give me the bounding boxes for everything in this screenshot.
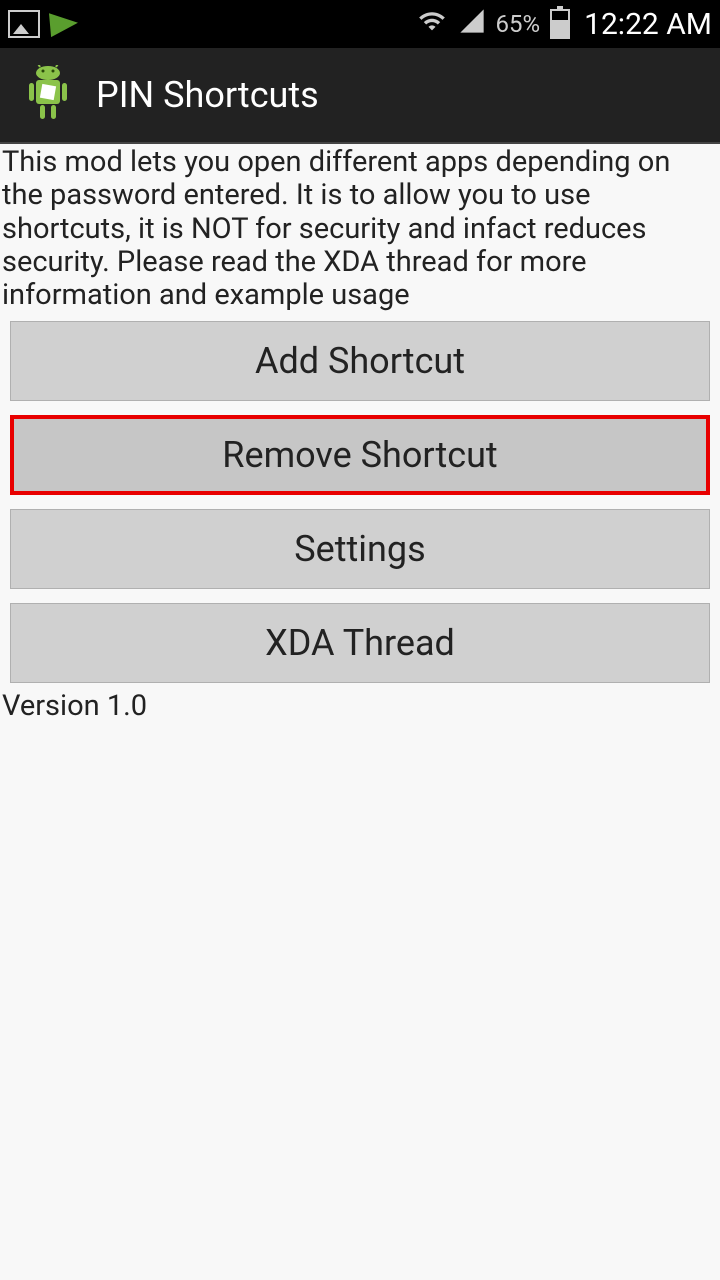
signal-icon <box>456 7 488 42</box>
status-bar: 65% 12:22 AM <box>0 0 720 48</box>
battery-icon <box>550 9 570 39</box>
main-content: This mod lets you open different apps de… <box>0 144 720 729</box>
paper-plane-icon <box>49 11 79 37</box>
app-icon <box>16 63 80 127</box>
remove-shortcut-button[interactable]: Remove Shortcut <box>10 415 710 495</box>
clock: 12:22 AM <box>584 7 712 42</box>
settings-button[interactable]: Settings <box>10 509 710 589</box>
app-title: PIN Shortcuts <box>96 74 319 116</box>
battery-percent: 65% <box>496 10 541 38</box>
image-notification-icon <box>8 10 40 38</box>
wifi-icon <box>416 7 448 42</box>
version-text: Version 1.0 <box>0 683 720 729</box>
app-bar: PIN Shortcuts <box>0 48 720 144</box>
xda-thread-button[interactable]: XDA Thread <box>10 603 710 683</box>
description-text: This mod lets you open different apps de… <box>0 144 720 321</box>
add-shortcut-button[interactable]: Add Shortcut <box>10 321 710 401</box>
button-stack: Add Shortcut Remove Shortcut Settings XD… <box>0 321 720 683</box>
